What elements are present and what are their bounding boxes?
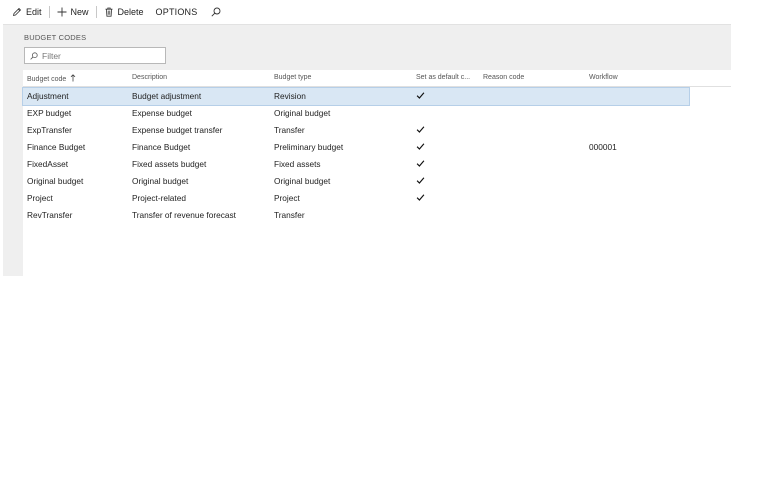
search-icon	[30, 51, 38, 60]
cell-budget-type: Transfer	[274, 210, 305, 220]
table-row[interactable]: ExpTransfer Expense budget transfer Tran…	[23, 122, 689, 139]
table-row[interactable]: Adjustment Budget adjustment Revision	[22, 87, 690, 106]
column-header-description[interactable]: Description	[132, 74, 167, 81]
cell-budget-code: Original budget	[27, 176, 84, 186]
table-row[interactable]: EXP budget Expense budget Original budge…	[23, 105, 689, 122]
table-row[interactable]: FixedAsset Fixed assets budget Fixed ass…	[23, 156, 689, 173]
checkmark-icon	[416, 176, 425, 187]
cell-budget-type: Preliminary budget	[274, 142, 344, 152]
filter-field[interactable]	[24, 47, 166, 64]
form-content: BUDGET CODES Budget code Description Bud…	[3, 24, 731, 276]
delete-button[interactable]: Delete	[98, 0, 150, 24]
new-button[interactable]: New	[51, 0, 95, 24]
checkmark-icon	[416, 193, 425, 204]
toolbar-divider	[48, 6, 50, 18]
cell-description: Expense budget transfer	[132, 125, 223, 135]
column-header-budget-code[interactable]: Budget code	[27, 74, 76, 84]
trash-icon	[105, 7, 113, 17]
cell-budget-code: Adjustment	[27, 91, 69, 101]
search-button[interactable]	[205, 0, 227, 24]
edit-button[interactable]: Edit	[6, 0, 48, 24]
column-header-set-as-default[interactable]: Set as default c...	[416, 74, 470, 81]
cell-budget-code: RevTransfer	[27, 210, 73, 220]
cell-description: Project-related	[132, 193, 186, 203]
cell-budget-code: ExpTransfer	[27, 125, 72, 135]
budget-codes-grid: Budget code Description Budget type Set …	[22, 70, 731, 276]
cell-description: Original budget	[132, 176, 189, 186]
cell-description: Budget adjustment	[132, 91, 202, 101]
delete-label: Delete	[117, 7, 144, 17]
cell-budget-type: Original budget	[274, 176, 331, 186]
column-header-reason-code[interactable]: Reason code	[483, 74, 524, 81]
cell-budget-code: Project	[27, 193, 53, 203]
grid-header: Budget code Description Budget type Set …	[23, 70, 731, 87]
table-row[interactable]: Original budget Original budget Original…	[23, 173, 689, 190]
cell-budget-type: Transfer	[274, 125, 305, 135]
table-row[interactable]: Project Project-related Project	[23, 190, 689, 207]
options-tab[interactable]: OPTIONS	[150, 0, 206, 24]
cell-description: Transfer of revenue forecast	[132, 210, 236, 220]
cell-description: Expense budget	[132, 108, 192, 118]
checkmark-icon	[416, 91, 425, 102]
search-icon	[211, 7, 221, 17]
checkmark-icon	[416, 159, 425, 170]
checkmark-icon	[416, 125, 425, 136]
pencil-icon	[12, 7, 22, 17]
cell-budget-code: FixedAsset	[27, 159, 69, 169]
plus-icon	[57, 7, 67, 17]
table-row[interactable]: Finance Budget Finance Budget Preliminar…	[23, 139, 689, 156]
toolbar-divider	[95, 6, 97, 18]
cell-budget-code: Finance Budget	[27, 142, 86, 152]
column-header-budget-type[interactable]: Budget type	[274, 74, 311, 81]
section-title: BUDGET CODES	[24, 33, 87, 42]
action-pane: Edit New Delete OPTIONS	[0, 0, 731, 24]
cell-budget-type: Fixed assets	[274, 159, 321, 169]
new-label: New	[70, 7, 89, 17]
sort-ascending-icon	[70, 74, 76, 84]
cell-budget-type: Original budget	[274, 108, 331, 118]
cell-budget-type: Project	[274, 193, 300, 203]
cell-workflow: 000001	[589, 142, 617, 152]
column-header-workflow[interactable]: Workflow	[589, 74, 618, 81]
options-label: OPTIONS	[155, 7, 198, 17]
checkmark-icon	[416, 142, 425, 153]
cell-budget-type: Revision	[274, 91, 306, 101]
cell-description: Fixed assets budget	[132, 159, 207, 169]
filter-input[interactable]	[42, 50, 157, 61]
edit-label: Edit	[26, 7, 42, 17]
cell-budget-code: EXP budget	[27, 108, 72, 118]
table-row[interactable]: RevTransfer Transfer of revenue forecast…	[23, 207, 689, 224]
cell-description: Finance Budget	[132, 142, 191, 152]
